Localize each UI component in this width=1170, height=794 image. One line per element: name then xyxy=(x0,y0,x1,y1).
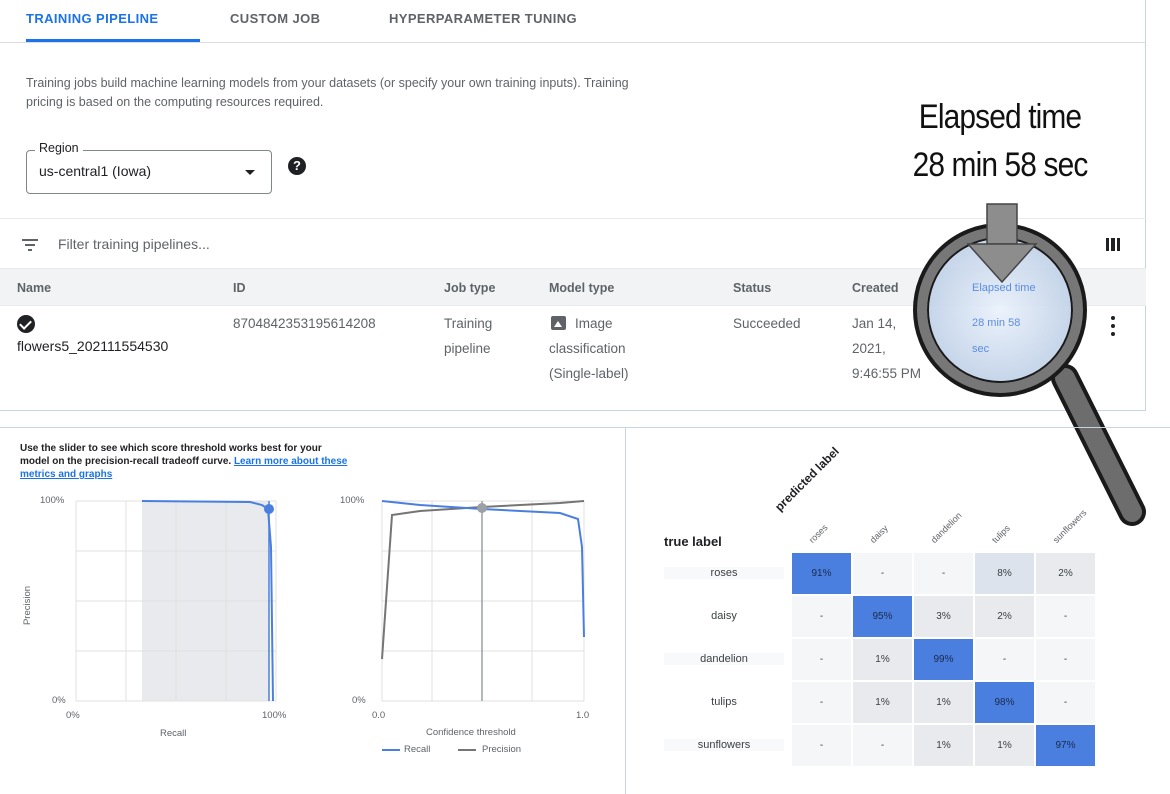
column-header-id[interactable]: ID xyxy=(233,281,246,295)
filter-input[interactable]: Filter training pipelines... xyxy=(58,236,210,252)
threshold-x-left: 0.0 xyxy=(372,710,386,721)
created-line-2: 2021, xyxy=(852,341,886,356)
matrix-cell: 3% xyxy=(914,596,973,637)
pr-xlabel: Recall xyxy=(160,728,187,739)
model-type-line-1: Image xyxy=(575,316,613,331)
recall-curve xyxy=(381,500,585,638)
row-label-dandelion: dandelion xyxy=(664,653,784,665)
threshold-y-top: 100% xyxy=(340,495,365,506)
lens-value-1: 28 min 58 xyxy=(972,317,1021,329)
pr-ylabel: Precision xyxy=(22,585,34,626)
matrix-cell: - xyxy=(914,553,973,594)
matrix-cell: 2% xyxy=(975,596,1034,637)
tab-custom-job[interactable]: CUSTOM JOB xyxy=(230,0,320,42)
matrix-cell: 1% xyxy=(914,682,973,723)
callout-value: 28 min 58 sec xyxy=(912,146,1089,184)
model-type-line-3: (Single-label) xyxy=(549,366,629,381)
precision-recall-chart xyxy=(75,500,277,702)
tab-training-pipeline[interactable]: TRAINING PIPELINE xyxy=(26,0,200,42)
matrix-cell: - xyxy=(792,682,851,723)
pipeline-name[interactable]: flowers5_202111554530 xyxy=(17,338,168,354)
filter-icon[interactable] xyxy=(22,239,38,251)
pr-charts xyxy=(75,500,585,751)
column-header-created[interactable]: Created xyxy=(852,281,899,295)
legend-precision-label: Precision xyxy=(482,744,522,755)
matrix-cell: 1% xyxy=(914,725,973,766)
matrix-cell: 1% xyxy=(853,639,912,680)
column-header-job-type[interactable]: Job type xyxy=(444,281,495,295)
image-icon xyxy=(551,316,566,330)
row-label-roses: roses xyxy=(664,567,784,579)
tab-bar: TRAINING PIPELINE CUSTOM JOB HYPERPARAME… xyxy=(0,0,1146,43)
column-header-name[interactable]: Name xyxy=(17,281,51,295)
matrix-cell: 1% xyxy=(853,682,912,723)
lens-value-2: sec xyxy=(972,343,990,355)
confidence-threshold-chart xyxy=(381,500,585,751)
matrix-cell: 98% xyxy=(975,682,1034,723)
page-description: Training jobs build machine learning mod… xyxy=(26,76,629,109)
pr-x-right: 100% xyxy=(262,710,287,721)
region-value: us-central1 (Iowa) xyxy=(39,163,152,179)
column-header-model-type[interactable]: Model type xyxy=(549,281,614,295)
threshold-handle xyxy=(264,504,274,514)
region-label: Region xyxy=(35,141,83,155)
model-type-line-2: classification xyxy=(549,341,626,356)
matrix-cell: - xyxy=(853,725,912,766)
matrix-cell: 99% xyxy=(914,639,973,680)
matrix-cell: - xyxy=(1036,639,1095,680)
threshold-xlabel: Confidence threshold xyxy=(426,727,516,738)
matrix-cell: - xyxy=(792,639,851,680)
filter-bar: Filter training pipelines... xyxy=(0,218,1146,268)
column-header-status[interactable]: Status xyxy=(733,281,771,295)
pr-y-bottom: 0% xyxy=(52,695,66,706)
job-type-line-2: pipeline xyxy=(444,341,491,356)
job-type-line-1: Training xyxy=(444,316,493,331)
matrix-cell: - xyxy=(792,596,851,637)
help-icon[interactable]: ? xyxy=(288,157,306,175)
matrix-cell: - xyxy=(1036,682,1095,723)
threshold-y-bottom: 0% xyxy=(352,695,366,706)
matrix-cell: 2% xyxy=(1036,553,1095,594)
created-line-1: Jan 14, xyxy=(852,316,897,331)
matrix-cell: - xyxy=(792,725,851,766)
chevron-down-icon xyxy=(245,170,255,175)
matrix-cell: 1% xyxy=(975,725,1034,766)
matrix-cell: - xyxy=(1036,596,1095,637)
threshold-handle xyxy=(477,503,487,513)
created-line-3: 9:46:55 PM xyxy=(852,366,922,381)
tab-hyperparameter-tuning[interactable]: HYPERPARAMETER TUNING xyxy=(389,0,577,42)
lens-header: Elapsed time xyxy=(972,282,1036,294)
true-label-title: true label xyxy=(664,534,722,549)
region-select[interactable]: Region us-central1 (Iowa) xyxy=(26,141,272,194)
callout-title: Elapsed time xyxy=(918,98,1082,136)
pr-x-left: 0% xyxy=(66,710,80,721)
row-label-daisy: daisy xyxy=(711,610,737,622)
row-label-tulips: tulips xyxy=(711,696,737,708)
legend-recall-label: Recall xyxy=(404,744,431,755)
more-vert-icon[interactable] xyxy=(1110,316,1116,336)
threshold-x-right: 1.0 xyxy=(576,710,590,721)
matrix-cell: 8% xyxy=(975,553,1034,594)
matrix-cell: 97% xyxy=(1036,725,1095,766)
column-display-icon[interactable] xyxy=(1106,238,1120,251)
precision-curve xyxy=(381,500,585,660)
status-text: Succeeded xyxy=(733,316,801,331)
matrix-cell: 91% xyxy=(792,553,851,594)
check-circle-icon xyxy=(17,315,35,333)
matrix-cell: - xyxy=(853,553,912,594)
pr-y-top: 100% xyxy=(40,495,65,506)
matrix-cell: 95% xyxy=(853,596,912,637)
row-label-sunflowers: sunflowers xyxy=(664,739,784,751)
pipeline-id: 8704842353195614208 xyxy=(233,316,376,331)
matrix-cell: - xyxy=(975,639,1034,680)
